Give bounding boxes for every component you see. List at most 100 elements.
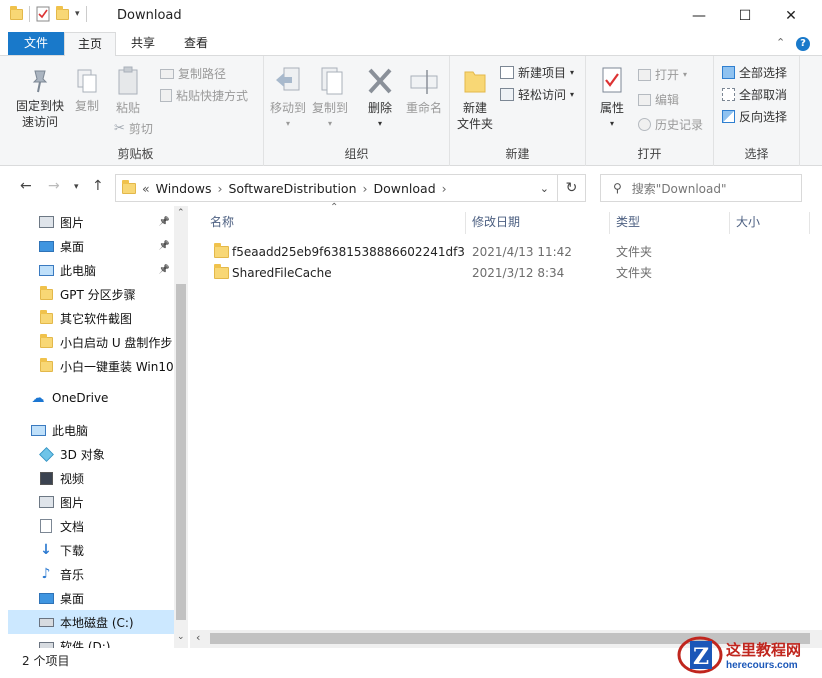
nav-item-label: 此电脑 xyxy=(60,263,97,278)
nav-item[interactable]: 软件 (D:) xyxy=(8,634,174,648)
nav-item[interactable]: 小白启动 U 盘制作步 xyxy=(8,330,174,354)
recent-locations-icon[interactable]: ▾ xyxy=(74,182,79,192)
nav-item[interactable]: 此电脑 📌 xyxy=(8,258,174,282)
copy-to-button[interactable]: 复制到 ▾ xyxy=(310,66,350,132)
copy-button[interactable]: 复制 xyxy=(70,68,104,114)
column-header-name[interactable]: 名称 xyxy=(204,212,466,234)
folder-icon xyxy=(38,309,54,325)
maximize-button[interactable]: ☐ xyxy=(722,0,768,32)
forward-arrow-icon[interactable]: → xyxy=(48,178,60,194)
nav-item[interactable]: 小白一键重装 Win10 xyxy=(8,354,174,378)
open-button[interactable]: 打开 ▾ xyxy=(638,66,687,83)
column-header-size[interactable]: 大小 xyxy=(730,212,810,234)
customize-qat-icon[interactable]: ▾ xyxy=(75,9,80,19)
help-icon[interactable]: ? xyxy=(796,37,810,51)
easy-access-button[interactable]: 轻松访问 ▾ xyxy=(500,86,574,103)
new-item-button[interactable]: 新建项目 ▾ xyxy=(500,64,574,81)
watermark-title: 这里教程网 xyxy=(726,641,802,659)
cut-button[interactable]: ✂ 剪切 xyxy=(114,120,153,137)
nav-item[interactable]: 桌面 xyxy=(8,586,174,610)
history-button[interactable]: 历史记录 xyxy=(638,116,703,133)
select-none-button[interactable]: 全部取消 xyxy=(722,86,787,103)
up-arrow-icon[interactable]: ↑ xyxy=(92,178,104,194)
scroll-down-icon[interactable]: ⌄ xyxy=(177,632,185,642)
computer-icon xyxy=(30,423,46,437)
nav-item[interactable]: ♪ 音乐 xyxy=(8,562,174,586)
rename-button[interactable]: 重命名 xyxy=(402,66,446,116)
file-row[interactable]: SharedFileCache 2021/3/12 8:34 文件夹 xyxy=(190,263,810,283)
breadcrumb-overflow[interactable]: « xyxy=(142,181,150,196)
copy-path-button[interactable]: 复制路径 xyxy=(160,65,226,82)
new-group-label: 新建 xyxy=(505,147,530,161)
file-row[interactable]: f5eaadd25eb9f6381538886602241df3 2021/4/1… xyxy=(190,242,810,262)
open-dropdown-icon: ▾ xyxy=(683,70,688,79)
nav-item[interactable]: 此电脑 xyxy=(8,418,174,442)
nav-item-label: 文档 xyxy=(60,519,85,534)
nav-item[interactable]: GPT 分区步骤 xyxy=(8,282,174,306)
file-date: 2021/3/12 8:34 xyxy=(472,266,565,280)
minimize-button[interactable]: — xyxy=(676,0,722,32)
properties-check-icon[interactable] xyxy=(36,6,50,22)
tab-home[interactable]: 主页 xyxy=(64,32,116,57)
column-header-type[interactable]: 类型 xyxy=(610,212,730,234)
nav-item-label: 视频 xyxy=(60,471,85,486)
computer-icon xyxy=(38,263,54,277)
address-dropdown-icon[interactable]: ⌄ xyxy=(540,182,549,195)
edit-button[interactable]: 编辑 xyxy=(638,91,679,108)
file-date: 2021/4/13 11:42 xyxy=(472,245,572,259)
back-arrow-icon[interactable]: ← xyxy=(20,178,32,194)
new-folder-icon[interactable] xyxy=(56,5,69,20)
maximize-icon: ☐ xyxy=(738,8,752,24)
address-bar[interactable]: « Windows › SoftwareDistribution › Downl… xyxy=(115,174,558,202)
tab-view[interactable]: 查看 xyxy=(172,32,220,56)
paste-button[interactable]: 粘贴 xyxy=(110,66,146,116)
select-group: 全部选择 全部取消 反向选择 选择 xyxy=(714,56,800,166)
breadcrumb-download[interactable]: Download xyxy=(374,181,436,196)
collapse-ribbon-icon[interactable]: ⌃ xyxy=(776,36,785,49)
close-button[interactable]: ✕ xyxy=(768,0,814,32)
nav-scrollbar-thumb[interactable] xyxy=(176,284,186,620)
nav-item[interactable]: 图片 xyxy=(8,490,174,514)
search-box[interactable]: ⚲ 搜索"Download" xyxy=(600,174,802,202)
nav-item[interactable]: ☁ OneDrive xyxy=(8,386,174,410)
folder-icon xyxy=(10,5,23,20)
nav-item[interactable]: 文档 xyxy=(8,514,174,538)
rename-icon xyxy=(410,70,438,94)
nav-item[interactable]: ↓ 下载 xyxy=(8,538,174,562)
nav-scrollbar[interactable]: ⌃ ⌄ xyxy=(174,206,188,648)
scroll-up-icon[interactable]: ⌃ xyxy=(177,208,185,218)
breadcrumb-separator-icon[interactable]: › xyxy=(442,181,447,196)
new-folder-button[interactable]: 新建 文件夹 xyxy=(454,66,496,132)
paste-shortcut-button[interactable]: 粘贴快捷方式 xyxy=(160,87,248,104)
title-bar: ▾ Download — ☐ ✕ xyxy=(0,0,822,32)
breadcrumb-softwaredistribution[interactable]: SoftwareDistribution xyxy=(228,181,356,196)
invert-selection-button[interactable]: 反向选择 xyxy=(722,108,787,125)
move-to-button[interactable]: 移动到 ▾ xyxy=(268,66,308,132)
search-placeholder: 搜索"Download" xyxy=(631,181,727,196)
pin-quick-access-button[interactable]: 固定到快 速访问 xyxy=(12,68,68,130)
scroll-left-icon[interactable]: ‹ xyxy=(196,631,200,644)
properties-button[interactable]: 属性 ▾ xyxy=(592,66,632,132)
breadcrumb-separator-icon[interactable]: › xyxy=(363,181,368,196)
column-header-date[interactable]: 修改日期 xyxy=(466,212,610,234)
file-name: f5eaadd25eb9f6381538886602241df3 xyxy=(232,245,465,259)
select-all-button[interactable]: 全部选择 xyxy=(722,64,787,81)
open-group: 属性 ▾ 打开 ▾ 编辑 历史记录 打开 xyxy=(586,56,714,166)
breadcrumb-separator-icon[interactable]: › xyxy=(217,181,222,196)
nav-item[interactable]: 其它软件截图 xyxy=(8,306,174,330)
nav-item[interactable]: 视频 xyxy=(8,466,174,490)
select-none-icon xyxy=(722,88,735,101)
delete-button[interactable]: 删除 ▾ xyxy=(360,66,400,132)
nav-item[interactable]: 图片 📌 xyxy=(8,210,174,234)
nav-item[interactable]: 本地磁盘 (C:) xyxy=(8,610,174,634)
refresh-button[interactable]: ↻ xyxy=(558,174,586,202)
explorer-window: ▾ Download — ☐ ✕ 文件 主页 共享 查看 ⌃ ? 固定到快 速访… xyxy=(0,0,822,678)
nav-item[interactable]: 桌面 📌 xyxy=(8,234,174,258)
paste-shortcut-icon xyxy=(160,89,172,102)
nav-item-label: 本地磁盘 (C:) xyxy=(60,615,134,630)
breadcrumb-windows[interactable]: Windows xyxy=(156,181,212,196)
new-group: 新建 文件夹 新建项目 ▾ 轻松访问 ▾ 新建 xyxy=(450,56,586,166)
tab-share[interactable]: 共享 xyxy=(120,32,166,56)
nav-item[interactable]: 3D 对象 xyxy=(8,442,174,466)
tab-file[interactable]: 文件 xyxy=(8,32,64,55)
